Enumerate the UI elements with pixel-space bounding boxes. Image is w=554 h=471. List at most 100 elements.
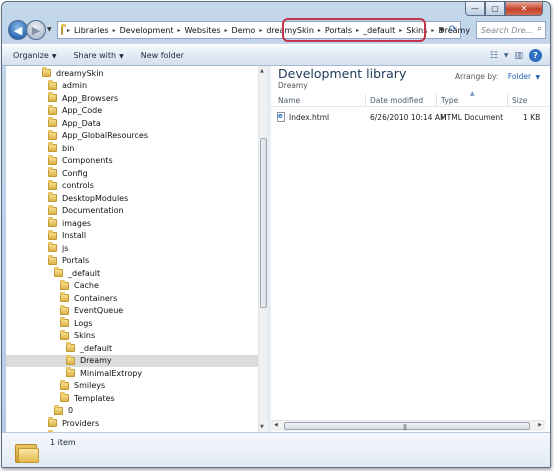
breadcrumb-skins[interactable]: Skins <box>406 26 427 35</box>
tree-item[interactable]: Documentation <box>48 204 124 217</box>
column-divider[interactable] <box>365 94 366 106</box>
breadcrumb-default[interactable]: _default <box>363 26 395 35</box>
refresh-icon[interactable]: ⟳ <box>449 24 457 35</box>
breadcrumb-separator[interactable]: ▸ <box>177 27 180 34</box>
breadcrumb-separator[interactable]: ▸ <box>431 27 434 34</box>
column-name[interactable]: Name <box>278 96 300 105</box>
folder-icon <box>48 92 57 102</box>
tree-item[interactable]: js <box>48 242 68 254</box>
explorer-window: — ▢ ✕ ◀ ▶ ▼ ▸ Libraries ▸ Development ▸ … <box>1 1 551 468</box>
tree-item[interactable]: Install <box>48 229 86 242</box>
maximize-button[interactable]: ▢ <box>485 2 505 16</box>
tree-item[interactable]: controls <box>48 179 94 192</box>
breadcrumb-separator[interactable]: ▸ <box>318 27 321 34</box>
folder-icon <box>48 254 57 265</box>
tree-item[interactable]: _default <box>66 342 112 354</box>
tree-item[interactable]: App_GlobalResources <box>48 129 148 142</box>
tree-item[interactable]: Config <box>48 167 88 179</box>
column-divider[interactable] <box>507 94 508 106</box>
content-horizontal-scrollbar[interactable]: ◀ ||| ▶ <box>271 420 545 431</box>
folder-icon <box>66 354 75 365</box>
tree-item[interactable]: 0 <box>54 404 73 417</box>
search-input[interactable]: Search Dre... ⌕ <box>476 21 546 39</box>
close-button[interactable]: ✕ <box>505 2 543 16</box>
new-folder-button[interactable]: New folder <box>141 51 184 60</box>
folder-icon <box>48 129 57 140</box>
scrollbar-thumb[interactable]: ||| <box>284 422 530 431</box>
arrange-by-value[interactable]: Folder <box>508 72 531 81</box>
scrollbar-thumb[interactable] <box>260 138 267 308</box>
column-size[interactable]: Size <box>512 96 527 105</box>
back-button[interactable]: ◀ <box>8 20 28 40</box>
forward-button[interactable]: ▶ <box>26 20 46 40</box>
column-divider[interactable] <box>436 94 437 106</box>
tree-item[interactable]: Containers <box>60 292 117 304</box>
navigation-tree[interactable]: dreamySkin admin App_Browsers App_Code App_D… <box>6 66 266 432</box>
folder-icon <box>66 342 75 352</box>
folder-icon <box>48 192 57 202</box>
breadcrumb-separator[interactable]: ▸ <box>225 27 228 34</box>
help-icon[interactable]: ? <box>529 49 542 62</box>
minimize-button[interactable]: — <box>465 2 485 16</box>
tree-item[interactable]: Providers <box>48 417 99 429</box>
column-type[interactable]: Type <box>441 96 458 105</box>
column-headers: Name Date modified ▲ Type Size <box>271 90 550 107</box>
folder-icon <box>48 179 57 190</box>
scroll-right-icon[interactable]: ▶ <box>538 422 542 428</box>
tree-item[interactable]: EventQueue <box>60 304 123 317</box>
breadcrumb-demo[interactable]: Demo <box>232 26 256 35</box>
share-with-label: Share with <box>73 50 117 60</box>
tree-item[interactable]: Cache <box>60 279 99 292</box>
tree-item[interactable]: Logs <box>60 317 92 329</box>
view-controls: ☷ ▼ ▥ ? <box>490 49 542 62</box>
breadcrumb-portals[interactable]: Portals <box>325 26 352 35</box>
breadcrumb-development[interactable]: Development <box>120 26 174 35</box>
preview-pane-icon[interactable]: ▥ <box>514 51 523 61</box>
tree-item[interactable]: _default <box>54 267 100 279</box>
details-pane: 1 item <box>2 432 550 467</box>
scroll-left-icon[interactable]: ◀ <box>274 422 278 428</box>
address-bar[interactable]: ▸ Libraries ▸ Development ▸ Websites ▸ D… <box>57 18 470 42</box>
tree-item[interactable]: MinimalExtropy <box>66 367 142 379</box>
tree-item[interactable]: admin <box>48 79 87 92</box>
tree-item[interactable]: Dreamy <box>6 354 258 367</box>
folder-icon <box>48 142 57 152</box>
tree-item[interactable]: App_Data <box>48 117 101 129</box>
tree-item[interactable]: Portals <box>48 254 89 267</box>
recent-pages-dropdown-icon[interactable]: ▼ <box>47 26 52 33</box>
tree-item[interactable]: App_Code <box>48 104 102 117</box>
view-dropdown-icon[interactable]: ▼ <box>504 52 509 59</box>
breadcrumb-separator[interactable]: ▸ <box>259 27 262 34</box>
change-view-icon[interactable]: ☷ <box>490 51 498 61</box>
scroll-down-icon[interactable]: ▼ <box>260 424 264 430</box>
tree-item[interactable]: DesktopModules <box>48 192 128 204</box>
breadcrumb-separator[interactable]: ▸ <box>356 27 359 34</box>
folder-icon <box>48 204 57 215</box>
tree-item[interactable]: Components <box>48 154 113 167</box>
tree-item[interactable]: images <box>48 217 91 229</box>
tree-item-label: Smileys <box>74 381 106 390</box>
column-date-modified[interactable]: Date modified <box>370 96 423 105</box>
tree-item[interactable]: bin <box>48 142 74 154</box>
search-icon[interactable]: ⌕ <box>537 24 542 34</box>
organize-button[interactable]: Organize ▼ <box>13 51 56 60</box>
file-row[interactable]: Index.html 6/26/2010 10:14 AM HTML Docum… <box>271 112 550 124</box>
tree-item[interactable]: Skins <box>60 329 95 342</box>
tree-vertical-scrollbar[interactable]: ▲ ▼ <box>258 66 267 432</box>
share-with-button[interactable]: Share with ▼ <box>73 51 123 60</box>
tree-item[interactable]: Templates <box>60 392 115 404</box>
breadcrumb-libraries[interactable]: Libraries <box>74 26 109 35</box>
folder-icon <box>15 441 39 463</box>
file-name: Index.html <box>289 113 330 122</box>
scroll-up-icon[interactable]: ▲ <box>260 68 264 74</box>
tree-item[interactable]: App_Browsers <box>48 92 118 104</box>
breadcrumb-dreamyskin[interactable]: dreamySkin <box>266 26 314 35</box>
tree-item[interactable]: Smileys <box>60 379 106 392</box>
breadcrumb-websites[interactable]: Websites <box>184 26 220 35</box>
breadcrumb-separator[interactable]: ▸ <box>113 27 116 34</box>
tree-item[interactable]: dreamySkin <box>42 67 104 79</box>
breadcrumb-separator[interactable]: ▸ <box>399 27 402 34</box>
address-dropdown-icon[interactable]: ▼ <box>439 27 444 34</box>
breadcrumb-separator[interactable]: ▸ <box>67 27 70 34</box>
chevron-down-icon[interactable]: ▼ <box>535 74 540 81</box>
